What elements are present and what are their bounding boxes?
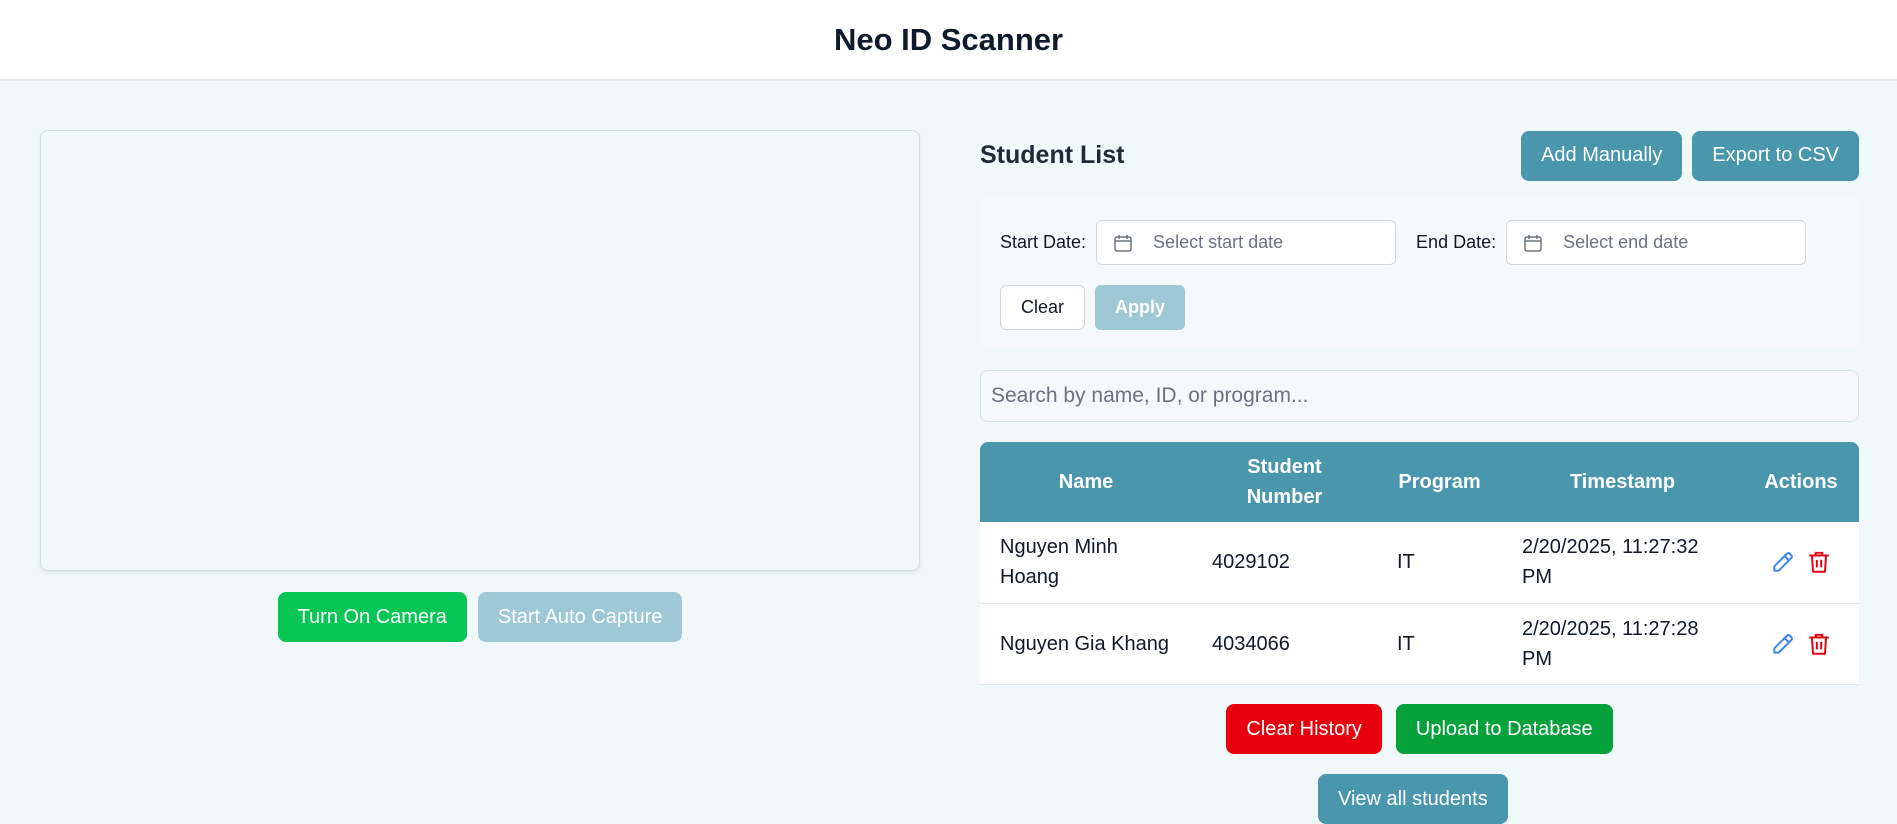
calendar-icon bbox=[1524, 234, 1542, 252]
column-header-program[interactable]: Program bbox=[1377, 442, 1502, 522]
cell-name: Nguyen Gia Khang bbox=[980, 603, 1192, 685]
cell-actions bbox=[1743, 603, 1859, 685]
view-all-students-button[interactable]: View all students bbox=[1318, 774, 1508, 824]
camera-controls: Turn On Camera Start Auto Capture bbox=[40, 592, 920, 642]
date-filter: Start Date: End Date: bbox=[980, 198, 1859, 348]
column-header-name[interactable]: Name bbox=[980, 442, 1192, 522]
start-date-input[interactable] bbox=[1153, 232, 1384, 253]
delete-icon[interactable] bbox=[1806, 549, 1832, 575]
upload-database-button[interactable]: Upload to Database bbox=[1395, 704, 1613, 754]
calendar-icon bbox=[1114, 234, 1132, 252]
start-date-picker[interactable] bbox=[1096, 220, 1397, 265]
edit-icon[interactable] bbox=[1770, 549, 1796, 575]
export-csv-button[interactable]: Export to CSV bbox=[1692, 130, 1859, 181]
cell-program: IT bbox=[1377, 522, 1502, 604]
end-date-label: End Date: bbox=[1416, 232, 1497, 252]
camera-preview bbox=[40, 130, 920, 571]
clear-history-button[interactable]: Clear History bbox=[1226, 704, 1382, 754]
edit-icon[interactable] bbox=[1770, 631, 1796, 657]
history-actions: Clear History Upload to Database bbox=[980, 704, 1859, 754]
cell-student-number: 4029102 bbox=[1192, 522, 1377, 604]
end-date-input[interactable] bbox=[1563, 232, 1794, 253]
cell-actions bbox=[1743, 522, 1859, 604]
date-filter-row: Start Date: End Date: bbox=[1000, 220, 1839, 265]
column-header-timestamp[interactable]: Timestamp bbox=[1502, 442, 1743, 522]
turn-on-camera-button[interactable]: Turn On Camera bbox=[277, 592, 467, 642]
table-row: Nguyen Minh Hoang 4029102 IT 2/20/2025, … bbox=[980, 522, 1859, 604]
student-list-panel: Student List Add Manually Export to CSV … bbox=[980, 130, 1859, 824]
apply-filter-button[interactable]: Apply bbox=[1095, 285, 1186, 330]
end-date-picker[interactable] bbox=[1506, 220, 1807, 265]
column-header-actions: Actions bbox=[1743, 442, 1859, 522]
cell-name: Nguyen Minh Hoang bbox=[980, 522, 1192, 604]
start-date-label: Start Date: bbox=[1000, 232, 1087, 252]
cell-timestamp: 2/20/2025, 11:27:32 PM bbox=[1502, 522, 1743, 604]
cell-student-number: 4034066 bbox=[1192, 603, 1377, 685]
app-header: Neo ID Scanner bbox=[0, 0, 1897, 81]
student-list-header: Student List Add Manually Export to CSV bbox=[980, 130, 1859, 181]
cell-program: IT bbox=[1377, 603, 1502, 685]
student-list-title: Student List bbox=[980, 141, 1125, 169]
filter-actions: Clear Apply bbox=[1000, 285, 1839, 330]
student-list-actions: Add Manually Export to CSV bbox=[1521, 130, 1859, 181]
delete-icon[interactable] bbox=[1806, 631, 1832, 657]
start-auto-capture-button[interactable]: Start Auto Capture bbox=[477, 592, 683, 642]
app-title: Neo ID Scanner bbox=[833, 21, 1064, 57]
add-manually-button[interactable]: Add Manually bbox=[1521, 130, 1683, 181]
cell-timestamp: 2/20/2025, 11:27:28 PM bbox=[1502, 603, 1743, 685]
column-header-student-number-line1: Student bbox=[1247, 456, 1322, 478]
search-input[interactable] bbox=[980, 370, 1859, 422]
column-header-student-number[interactable]: Student Number bbox=[1192, 442, 1377, 522]
column-header-student-number-line2: Number bbox=[1246, 486, 1323, 508]
clear-filter-button[interactable]: Clear bbox=[1000, 285, 1086, 330]
student-table: Name Student Number Program Timestamp Ac… bbox=[980, 442, 1859, 685]
table-header-row: Name Student Number Program Timestamp Ac… bbox=[980, 442, 1859, 522]
table-row: Nguyen Gia Khang 4034066 IT 2/20/2025, 1… bbox=[980, 603, 1859, 685]
